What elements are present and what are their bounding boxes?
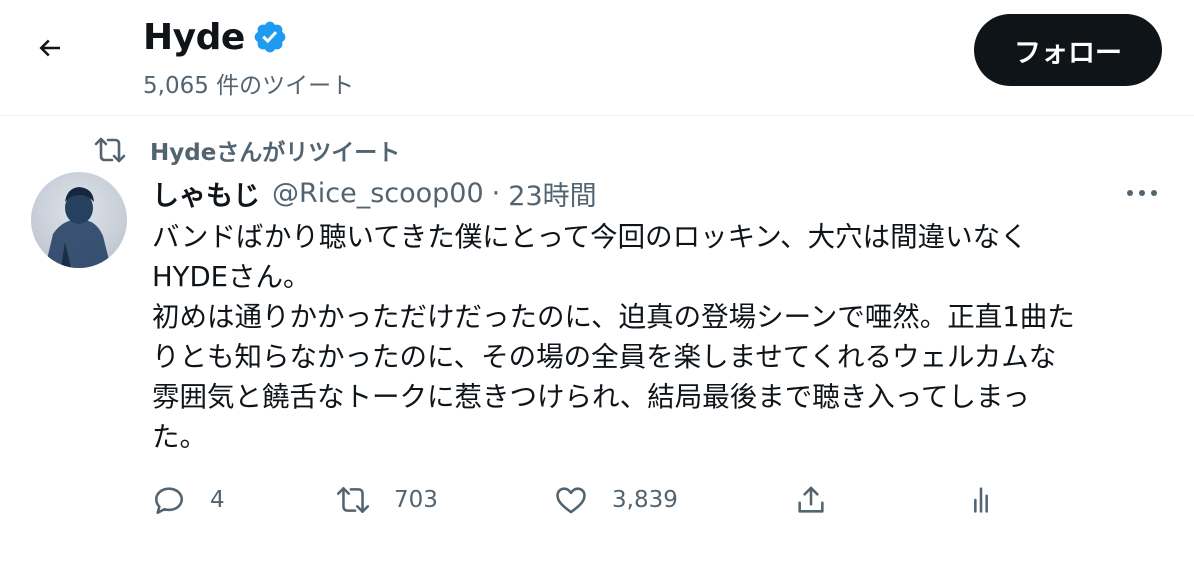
avatar[interactable] xyxy=(31,172,127,268)
tweet-count: 5,065 件のツイート xyxy=(143,73,355,99)
analytics-icon xyxy=(962,481,1000,519)
retweet-count: 703 xyxy=(394,487,438,513)
retweet-icon xyxy=(92,133,128,167)
back-button[interactable] xyxy=(20,18,80,78)
retweet-button[interactable]: 703 xyxy=(334,478,438,522)
header-title-block: Hyde 5,065 件のツイート xyxy=(143,14,354,100)
like-count: 3,839 xyxy=(612,487,678,513)
author-name[interactable]: しゃもじ xyxy=(152,174,260,213)
share-button[interactable] xyxy=(792,478,830,522)
tweet-text-line: た。 xyxy=(152,421,207,453)
heart-icon xyxy=(552,481,590,519)
reply-icon xyxy=(150,481,188,519)
separator-dot: · xyxy=(491,177,501,209)
tweet-time[interactable]: 23時間 xyxy=(508,174,596,213)
reply-count: 4 xyxy=(210,487,225,513)
retweet-banner: Hydeさんがリツイート xyxy=(92,133,400,167)
tweet-text-line: 初めは通りかかっただけだったのに、迫真の登場シーンで唖然。正直1曲た xyxy=(152,301,1075,333)
tweet-text-line: りとも知らなかったのに、その場の全員を楽しませてくれるウェルカムな xyxy=(152,341,1057,373)
follow-button[interactable]: フォロー xyxy=(974,14,1162,86)
arrow-left-icon xyxy=(39,39,60,57)
reply-button[interactable]: 4 xyxy=(150,478,225,522)
tweet-text: バンドばかり聴いてきた僕にとって今回のロッキン、大穴は間違いなく HYDEさん。… xyxy=(152,217,1162,457)
tweet-text-line: 雰囲気と饒舌なトークに惹きつけられ、結局最後まで聴き入ってしまっ xyxy=(152,381,1030,413)
analytics-button[interactable] xyxy=(962,478,1000,522)
author-handle[interactable]: @Rice_scoop00 xyxy=(272,178,484,209)
share-icon xyxy=(792,481,830,519)
tweet-text-line: HYDEさん。 xyxy=(152,261,311,293)
more-button[interactable] xyxy=(1120,178,1164,208)
more-icon xyxy=(1127,190,1157,196)
tweet-text-line: バンドばかり聴いてきた僕にとって今回のロッキン、大穴は間違いなく xyxy=(152,221,1028,253)
verified-badge-icon xyxy=(252,19,288,55)
tweet-header: しゃもじ @Rice_scoop00 · 23時間 xyxy=(152,174,597,212)
profile-name: Hyde xyxy=(143,16,245,58)
retweet-banner-label[interactable]: Hydeさんがリツイート xyxy=(150,133,400,167)
retweet-icon xyxy=(334,481,372,519)
profile-header: Hyde 5,065 件のツイート フォロー xyxy=(0,0,1194,116)
like-button[interactable]: 3,839 xyxy=(552,478,678,522)
